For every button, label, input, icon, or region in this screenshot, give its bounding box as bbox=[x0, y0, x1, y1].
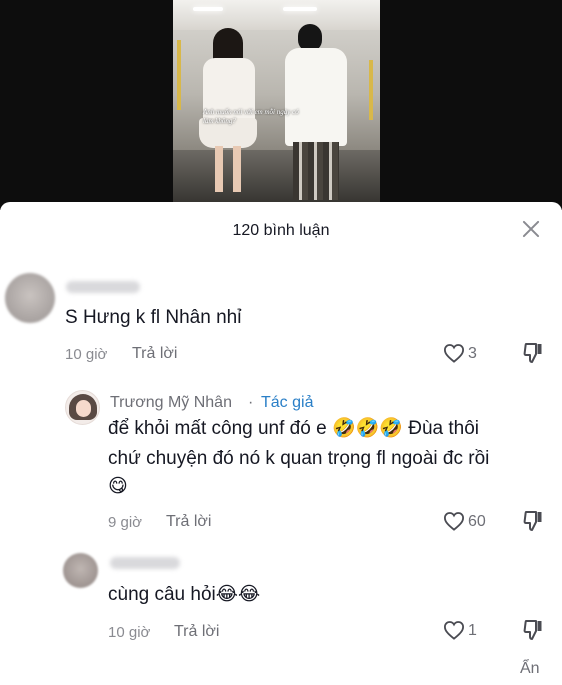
comment-time: 10 giờ bbox=[108, 624, 151, 641]
joy-emoji: 😂 bbox=[215, 584, 238, 605]
wall-stripe bbox=[177, 40, 181, 110]
yum-emoji: 😋 bbox=[108, 476, 128, 497]
avatar[interactable] bbox=[63, 553, 98, 588]
like-count: 60 bbox=[468, 513, 486, 530]
like-count: 1 bbox=[468, 622, 477, 639]
name-separator: · bbox=[248, 394, 254, 411]
avatar[interactable] bbox=[5, 273, 55, 323]
comment-text: S Hưng k fl Nhân nhỉ bbox=[65, 307, 242, 328]
blurred-username[interactable] bbox=[66, 281, 140, 293]
dislike-icon[interactable] bbox=[523, 619, 543, 641]
comment-text: Đùa thôi bbox=[408, 418, 480, 439]
video-floor bbox=[173, 150, 380, 210]
comment-text-line3: 😋 bbox=[108, 472, 128, 502]
reply-button[interactable]: Trả lời bbox=[174, 623, 219, 641]
reply-button[interactable]: Trả lời bbox=[132, 345, 177, 363]
close-icon[interactable] bbox=[520, 218, 542, 240]
rofl-emoji: 🤣 bbox=[331, 418, 356, 439]
ceiling-light bbox=[193, 7, 223, 11]
comment-username[interactable]: Trương Mỹ Nhân bbox=[110, 394, 232, 412]
like-count: 3 bbox=[468, 345, 477, 362]
hide-button[interactable]: Ẩn bbox=[520, 660, 540, 678]
joy-emoji: 😂 bbox=[237, 584, 261, 605]
person-girl bbox=[215, 146, 223, 192]
video-player[interactable]: Anh muốn nói với em mỗi ngày có làm khôn… bbox=[0, 0, 562, 210]
person-girl bbox=[233, 146, 241, 192]
reply-button[interactable]: Trả lời bbox=[166, 513, 211, 531]
comment-text: để khỏi mất công unf đó e bbox=[108, 418, 327, 439]
avatar[interactable] bbox=[65, 390, 100, 425]
dislike-icon[interactable] bbox=[523, 510, 543, 532]
avatar-face bbox=[76, 400, 91, 417]
comment-time: 9 giờ bbox=[108, 514, 143, 531]
ceiling-light bbox=[283, 7, 317, 11]
heart-icon[interactable] bbox=[443, 511, 465, 531]
rofl-emoji: 🤣 bbox=[379, 418, 403, 439]
video-caption: Anh muốn nói với em mỗi ngày có làm khôn… bbox=[203, 108, 299, 125]
comment-text-line: cùng câu hỏi😂😂 bbox=[108, 580, 260, 610]
comment-text-line1: để khỏi mất công unf đó e 🤣🤣🤣 Đùa thôi bbox=[108, 414, 479, 444]
comment-text-line2: chứ chuyện đó nó k quan trọng fl ngoài đ… bbox=[108, 448, 490, 469]
person-boy bbox=[293, 142, 339, 200]
comments-count-title: 120 bình luận bbox=[232, 222, 330, 239]
rofl-emoji: 🤣 bbox=[355, 418, 380, 439]
comment-time: 10 giờ bbox=[65, 346, 108, 363]
video-ceiling bbox=[173, 0, 380, 30]
person-boy bbox=[285, 48, 347, 146]
heart-icon[interactable] bbox=[443, 343, 465, 363]
video-thumbnail[interactable]: Anh muốn nói với em mỗi ngày có làm khôn… bbox=[173, 0, 380, 210]
heart-icon[interactable] bbox=[443, 620, 465, 640]
wall-stripe bbox=[369, 60, 373, 120]
comment-text: cùng câu hỏi bbox=[108, 584, 216, 605]
author-badge: Tác giả bbox=[261, 394, 314, 411]
dislike-icon[interactable] bbox=[523, 342, 543, 364]
blurred-username[interactable] bbox=[110, 557, 180, 569]
